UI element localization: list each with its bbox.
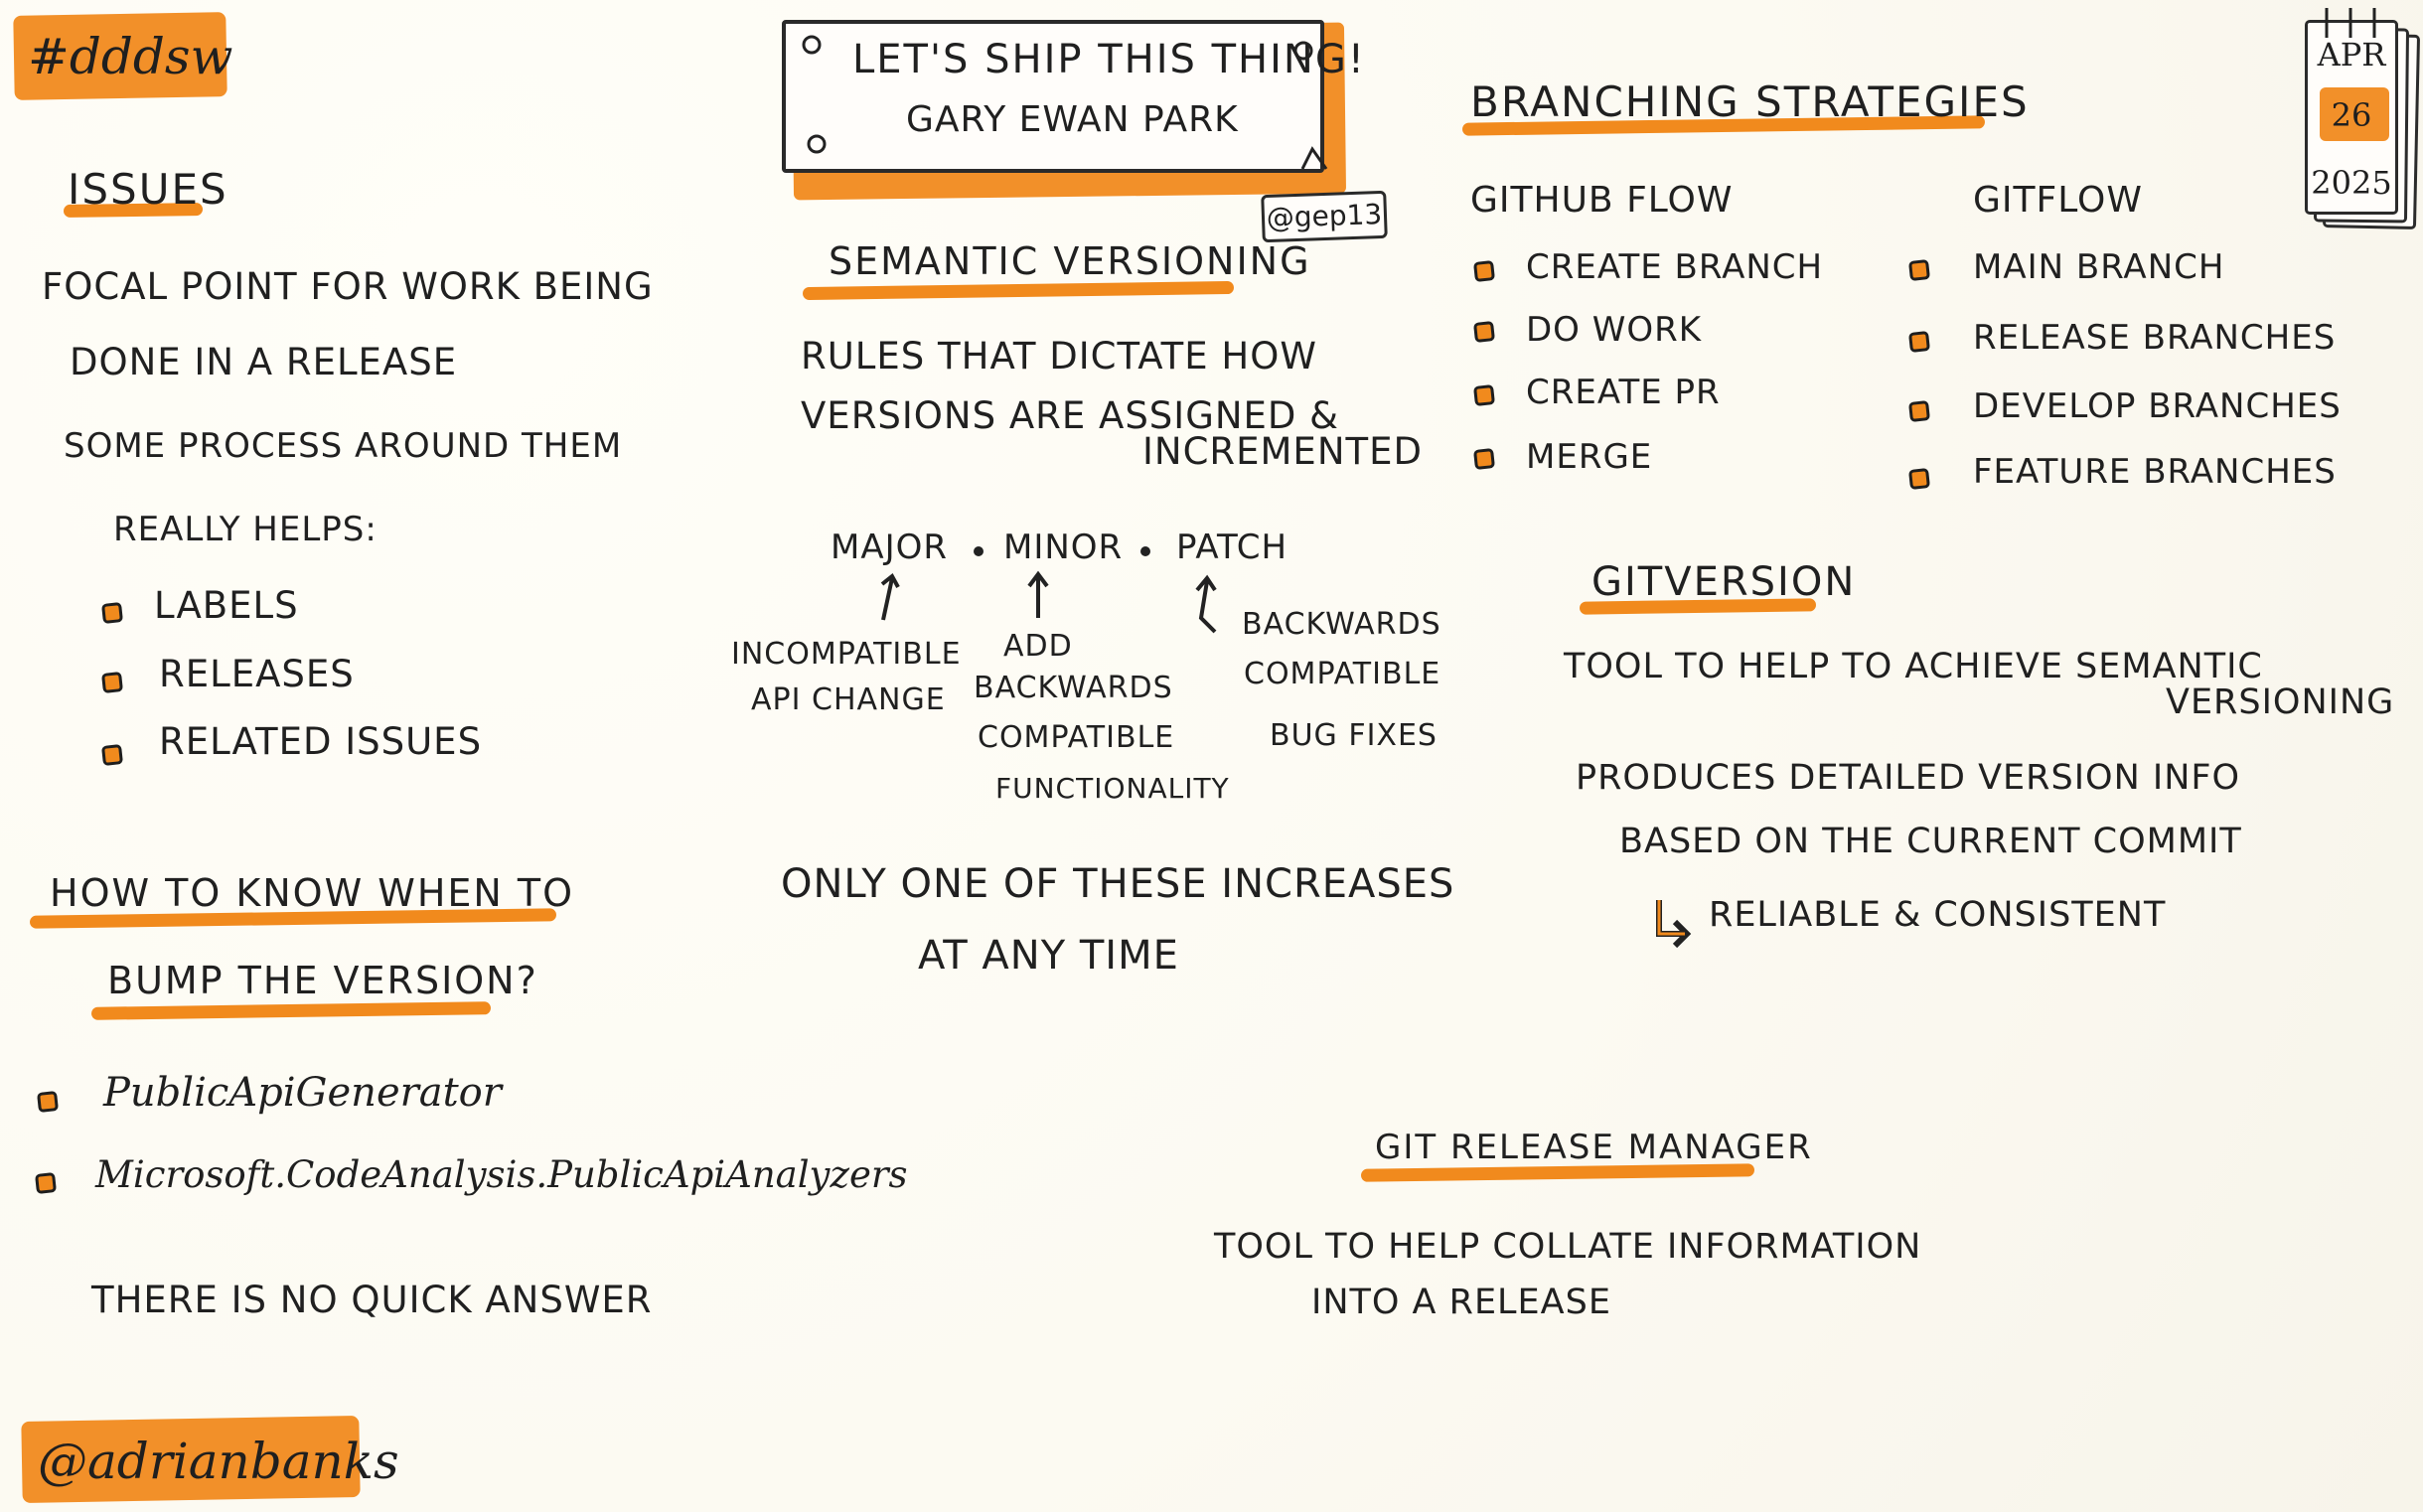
patch-desc-1: BACKWARDS: [1242, 607, 1441, 642]
gitversion-title: GITVERSION: [1591, 559, 1857, 605]
gitflow-item-1: MAIN BRANCH: [1973, 247, 2225, 287]
github-flow-bullet-4: [1473, 448, 1495, 470]
gitflow-bullet-4: [1908, 468, 1930, 490]
bump-title-line-2: BUMP THE VERSION?: [107, 959, 538, 1002]
gitversion-line-3: PRODUCES DETAILED VERSION INFO: [1576, 758, 2241, 798]
gitversion-line-4: BASED ON THE CURRENT COMMIT: [1619, 822, 2242, 861]
github-flow-item-3: CREATE PR: [1526, 373, 1721, 412]
gitflow-title: GITFLOW: [1973, 180, 2143, 221]
bump-item-1: PublicApiGenerator: [103, 1070, 502, 1116]
issues-line-4: REALLY HELPS:: [113, 510, 378, 549]
semantic-line-3: INCREMENTED: [1142, 430, 1423, 473]
github-flow-item-1: CREATE BRANCH: [1526, 247, 1824, 287]
semantic-line-2: VERSIONS ARE ASSIGNED &: [801, 394, 1340, 437]
speaker-handle-tag: @gep13: [1261, 190, 1388, 243]
issues-line-1: FOCAL POINT FOR WORK BEING: [42, 265, 654, 308]
return-arrow-icon: [1656, 900, 1692, 949]
github-flow-bullet-1: [1473, 260, 1495, 282]
author-handle: @adrianbanks: [38, 1433, 399, 1490]
major-desc-2: API CHANGE: [751, 682, 946, 717]
patch-desc-2: COMPATIBLE: [1244, 657, 1441, 691]
release-manager-line-2: INTO A RELEASE: [1311, 1283, 1611, 1322]
bump-title-line-1: HOW TO KNOW WHEN TO: [50, 871, 575, 915]
major-desc-1: INCOMPATIBLE: [731, 637, 962, 672]
date-calendar: APR 26 2025: [2305, 20, 2398, 215]
bump-bullet-1: [37, 1091, 59, 1113]
github-flow-title: GITHUB FLOW: [1470, 180, 1734, 221]
issues-bullet-1: [101, 602, 123, 624]
minor-desc-4: FUNCTIONALITY: [995, 772, 1230, 805]
semantic-line-1: RULES THAT DICTATE HOW: [801, 335, 1317, 378]
semver-patch: PATCH: [1176, 528, 1288, 567]
bump-title-underline-2: [90, 1001, 492, 1020]
issues-item-2: RELEASES: [159, 653, 355, 695]
bump-bullet-2: [35, 1172, 57, 1194]
release-manager-line-1: TOOL TO HELP COLLATE INFORMATION: [1214, 1227, 1922, 1267]
bump-note: THERE IS NO QUICK ANSWER: [91, 1279, 653, 1321]
title-card-pins: [802, 35, 1328, 170]
gitflow-item-2: RELEASE BRANCHES: [1973, 318, 2337, 358]
gitflow-item-4: FEATURE BRANCHES: [1973, 452, 2337, 492]
semantic-footer-1: ONLY ONE OF THESE INCREASES: [781, 861, 1455, 907]
semantic-title-underline: [802, 280, 1235, 301]
issues-bullet-2: [101, 672, 123, 693]
minor-desc-2: BACKWARDS: [974, 671, 1173, 705]
patch-desc-3: BUG FIXES: [1270, 718, 1438, 753]
gitversion-line-1: TOOL TO HELP TO ACHIEVE SEMANTIC: [1564, 647, 2263, 686]
issues-line-2: DONE IN A RELEASE: [70, 341, 458, 383]
github-flow-bullet-3: [1473, 384, 1495, 406]
date-day: 26: [2331, 96, 2372, 134]
issues-item-3: RELATED ISSUES: [159, 720, 483, 763]
gitflow-bullet-2: [1908, 331, 1930, 353]
semantic-footer-2: AT ANY TIME: [918, 933, 1179, 979]
issues-title: ISSUES: [68, 165, 228, 214]
github-flow-item-4: MERGE: [1526, 437, 1653, 477]
issues-bullet-3: [101, 744, 123, 766]
gitflow-bullet-3: [1908, 400, 1930, 422]
calendar-binding-icon: [2325, 8, 2376, 38]
semantic-title: SEMANTIC VERSIONING: [829, 239, 1311, 283]
sketchnote-canvas: #dddsw LET'S SHIP THIS THING! GARY EWAN …: [0, 0, 2423, 1512]
gitversion-line-2: VERSIONING: [2166, 682, 2395, 722]
hashtag: #dddsw: [28, 28, 233, 85]
semver-major: MAJOR: [831, 528, 949, 567]
issues-line-3: SOME PROCESS AROUND THEM: [64, 426, 623, 466]
gitflow-bullet-1: [1908, 259, 1930, 281]
minor-desc-3: COMPATIBLE: [978, 720, 1175, 755]
semver-separators: [974, 546, 1150, 556]
issues-item-1: LABELS: [154, 584, 299, 627]
release-manager-title: GIT RELEASE MANAGER: [1375, 1128, 1813, 1167]
github-flow-bullet-2: [1473, 321, 1495, 343]
bump-item-2: Microsoft.CodeAnalysis.PublicApiAnalyzer…: [95, 1153, 908, 1196]
branching-title: BRANCHING STRATEGIES: [1470, 77, 2030, 126]
github-flow-item-2: DO WORK: [1526, 310, 1703, 350]
gitflow-item-3: DEVELOP BRANCHES: [1973, 386, 2342, 426]
gitversion-line-5: RELIABLE & CONSISTENT: [1709, 895, 2167, 935]
minor-desc-1: ADD: [1003, 629, 1073, 664]
date-year: 2025: [2311, 164, 2392, 202]
